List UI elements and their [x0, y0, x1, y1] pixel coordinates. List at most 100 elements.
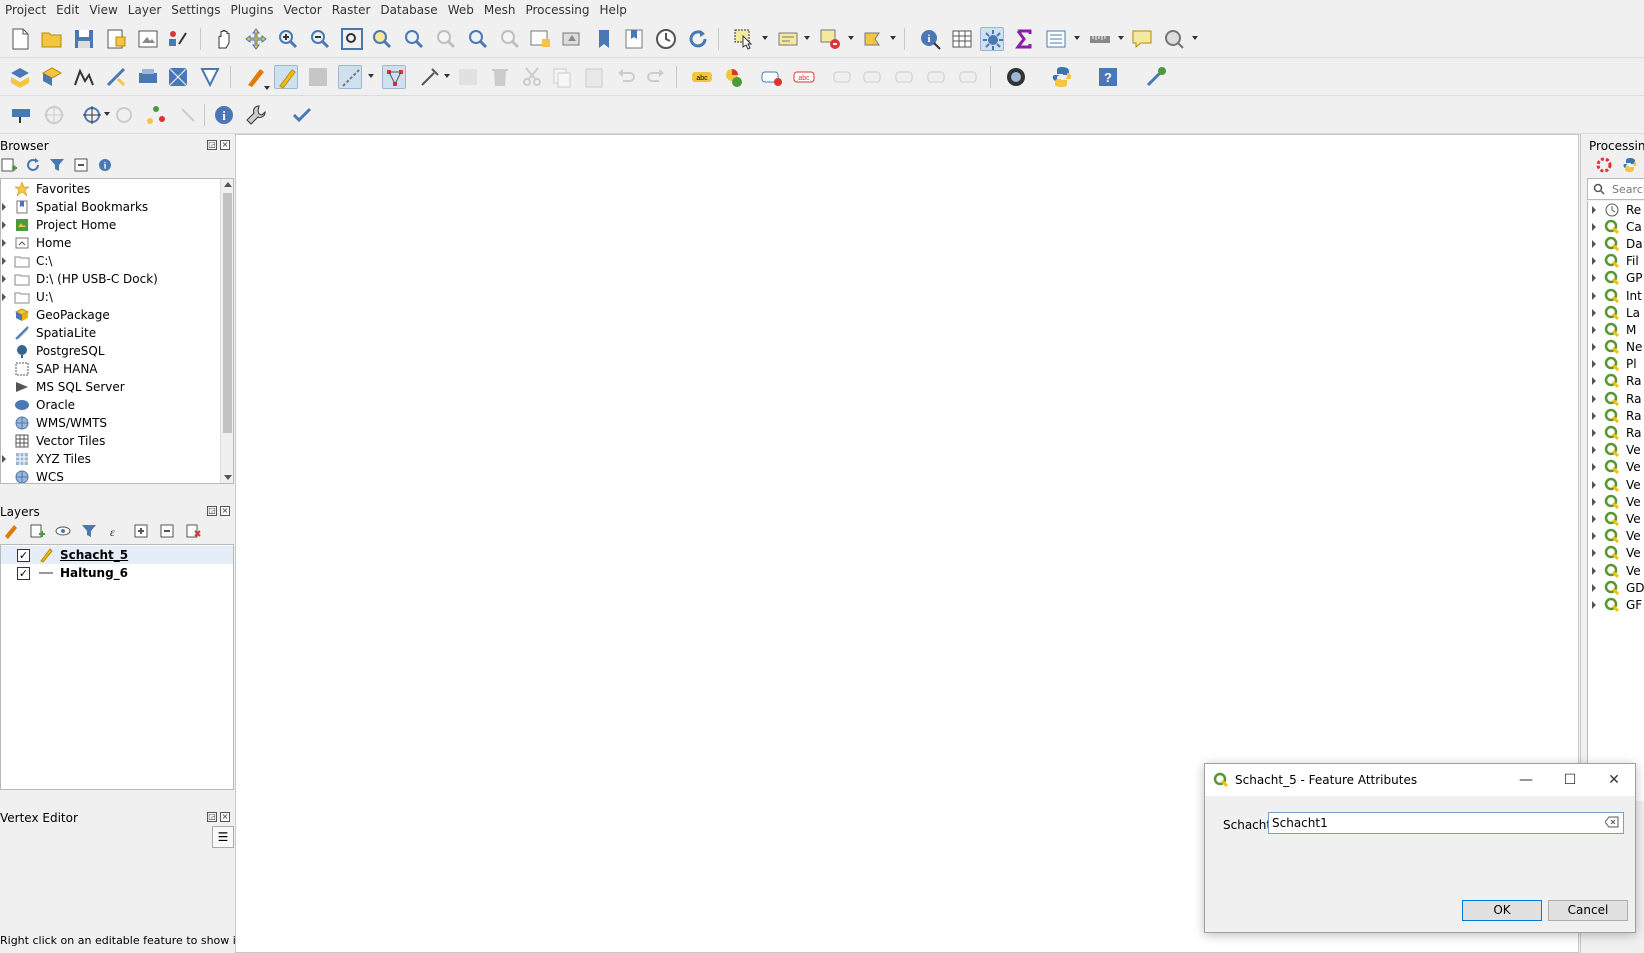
refresh-icon[interactable] — [24, 156, 42, 174]
menu-settings[interactable]: Settings — [166, 3, 225, 17]
expand-arrow-icon[interactable] — [1592, 480, 1596, 489]
zoom-full-icon[interactable] — [340, 27, 364, 51]
info-icon[interactable]: i — [212, 103, 236, 127]
expand-arrow-icon[interactable] — [1592, 360, 1596, 369]
collapse-all-icon[interactable] — [158, 522, 176, 540]
browser-item[interactable]: D:\ (HP USB-C Dock) — [1, 270, 233, 288]
expand-arrow-icon[interactable] — [1592, 600, 1596, 609]
temporal-controller-icon[interactable] — [654, 27, 678, 51]
menu-processing[interactable]: Processing — [520, 3, 594, 17]
scroll-up-icon[interactable] — [224, 182, 232, 187]
expand-all-icon[interactable] — [132, 522, 150, 540]
new-geopackage-layer-icon[interactable] — [40, 65, 64, 89]
processing-provider-item[interactable]: La — [1588, 304, 1644, 321]
browser-item[interactable]: MS SQL Server — [1, 378, 233, 396]
browser-item[interactable]: SpatiaLite — [1, 324, 233, 342]
metasearch-icon[interactable] — [1004, 65, 1028, 89]
measure-line-icon[interactable] — [1088, 27, 1112, 51]
processing-search-input[interactable]: Search — [1587, 178, 1644, 200]
move-annotation-icon[interactable] — [42, 103, 66, 127]
menu-vector[interactable]: Vector — [278, 3, 326, 17]
expand-arrow-icon[interactable] — [1592, 257, 1596, 266]
plugin-icon[interactable] — [1144, 65, 1168, 89]
modify-attributes-icon[interactable] — [456, 65, 480, 89]
expand-arrow-icon[interactable] — [2, 203, 6, 211]
expand-arrow-icon[interactable] — [1592, 222, 1596, 231]
zoom-in-icon[interactable] — [276, 27, 300, 51]
add-layer-icon[interactable] — [0, 156, 18, 174]
browser-item[interactable]: U:\ — [1, 288, 233, 306]
expand-arrow-icon[interactable] — [1592, 583, 1596, 592]
expand-arrow-icon[interactable] — [2, 275, 6, 283]
processing-provider-item[interactable]: M — [1588, 321, 1644, 338]
float-panel-icon[interactable]: ◲ — [207, 140, 217, 150]
open-project-icon[interactable] — [40, 27, 64, 51]
layer-visibility-checkbox[interactable]: ✓ — [17, 566, 30, 580]
expand-arrow-icon[interactable] — [1592, 291, 1596, 300]
menu-plugins[interactable]: Plugins — [225, 3, 278, 17]
browser-item[interactable]: GeoPackage — [1, 306, 233, 324]
locator-icon[interactable] — [1162, 27, 1186, 51]
pan-to-selection-icon[interactable] — [244, 27, 268, 51]
processing-provider-item[interactable]: Ne — [1588, 339, 1644, 356]
processing-provider-item[interactable]: Ve — [1588, 476, 1644, 493]
processing-provider-item[interactable]: Pl — [1588, 356, 1644, 373]
browser-item[interactable]: SAP HANA — [1, 360, 233, 378]
menu-project[interactable]: Project — [0, 3, 51, 17]
new-shapefile-layer-icon[interactable] — [72, 65, 96, 89]
schacht-input[interactable] — [1268, 812, 1624, 834]
new-3d-map-view-icon[interactable] — [560, 27, 584, 51]
processing-provider-item[interactable]: Re — [1588, 201, 1644, 218]
georeferencer-icon[interactable] — [80, 103, 104, 127]
checkmark-icon[interactable] — [290, 103, 314, 127]
expand-arrow-icon[interactable] — [1592, 325, 1596, 334]
processing-provider-item[interactable]: Ca — [1588, 218, 1644, 235]
layer-visibility-checkbox[interactable]: ✓ — [17, 548, 30, 562]
geometry-checker-icon[interactable] — [144, 103, 168, 127]
save-layer-edits-icon[interactable] — [306, 65, 330, 89]
expand-arrow-icon[interactable] — [2, 257, 6, 265]
processing-provider-item[interactable]: Ve — [1588, 545, 1644, 562]
models-icon[interactable] — [1595, 156, 1613, 174]
show-bookmarks-icon[interactable] — [622, 27, 646, 51]
collapse-all-icon[interactable] — [72, 156, 90, 174]
expand-arrow-icon[interactable] — [2, 221, 6, 229]
open-field-calculator-icon[interactable] — [1044, 27, 1068, 51]
zoom-to-selection-icon[interactable] — [370, 27, 394, 51]
browser-item[interactable]: Spatial Bookmarks — [1, 198, 233, 216]
float-panel-icon[interactable]: ◲ — [207, 506, 217, 516]
pin-label-icon[interactable] — [832, 65, 856, 89]
zoom-next-icon[interactable] — [498, 27, 522, 51]
layout-manager-icon[interactable] — [136, 27, 160, 51]
snapping-icon[interactable] — [176, 103, 200, 127]
menu-help[interactable]: Help — [595, 3, 632, 17]
menu-mesh[interactable]: Mesh — [479, 3, 521, 17]
expand-arrow-icon[interactable] — [1592, 411, 1596, 420]
attribute-table-icon[interactable] — [950, 27, 974, 51]
menu-layer[interactable]: Layer — [123, 3, 166, 17]
menu-raster[interactable]: Raster — [327, 3, 376, 17]
processing-provider-item[interactable]: Ra — [1588, 424, 1644, 441]
python-console-icon[interactable] — [1050, 65, 1074, 89]
deselect-features-icon[interactable] — [818, 27, 842, 51]
processing-provider-item[interactable]: Ve — [1588, 528, 1644, 545]
toggle-editing-settings-icon[interactable] — [980, 27, 1004, 51]
save-project-icon[interactable] — [72, 27, 96, 51]
map-tips-icon[interactable] — [1130, 27, 1154, 51]
scrollbar-thumb[interactable] — [223, 193, 232, 433]
browser-item[interactable]: WMS/WMTS — [1, 414, 233, 432]
add-point-feature-icon[interactable] — [338, 65, 362, 89]
filter-legend-icon[interactable] — [80, 522, 98, 540]
zoom-to-layer-icon[interactable] — [402, 27, 426, 51]
toggle-editing-icon[interactable] — [274, 65, 298, 89]
change-label-icon[interactable] — [958, 65, 982, 89]
expand-arrow-icon[interactable] — [1592, 239, 1596, 248]
toggle-label-visibility-icon[interactable]: abc — [792, 65, 816, 89]
processing-provider-item[interactable]: Ra — [1588, 390, 1644, 407]
expand-arrow-icon[interactable] — [1592, 394, 1596, 403]
processing-provider-item[interactable]: GP — [1588, 270, 1644, 287]
browser-scrollbar[interactable] — [220, 179, 233, 483]
expand-arrow-icon[interactable] — [1592, 205, 1596, 214]
processing-provider-item[interactable]: Ve — [1588, 493, 1644, 510]
help-icon[interactable]: ? — [1096, 65, 1120, 89]
